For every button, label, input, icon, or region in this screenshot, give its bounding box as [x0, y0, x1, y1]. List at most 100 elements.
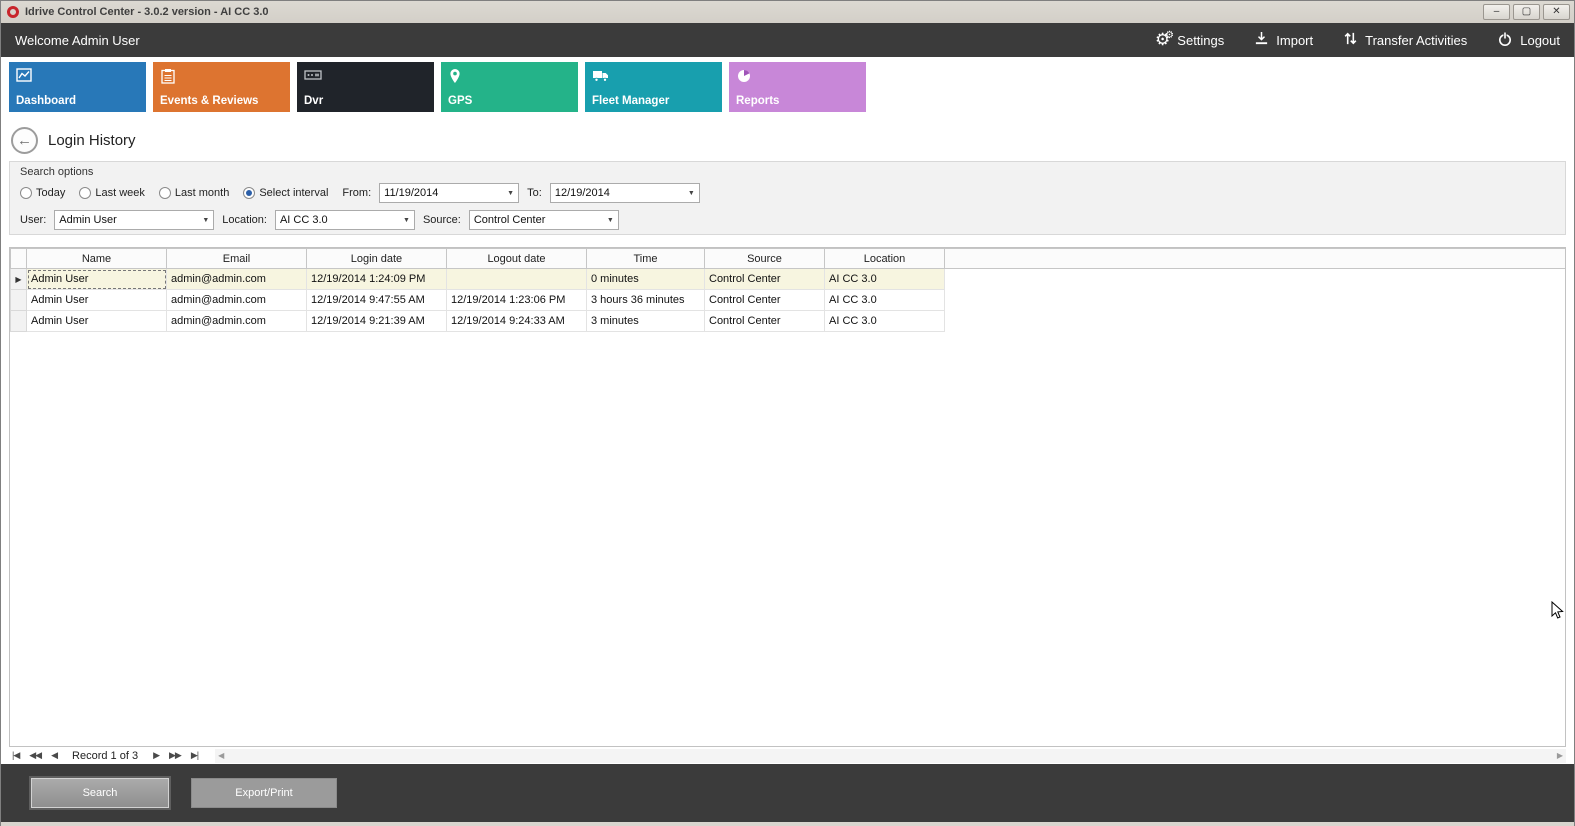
row-indicator [11, 290, 27, 311]
cell-email[interactable]: admin@admin.com [167, 311, 307, 332]
nav-first-button[interactable]: |◀ [9, 750, 22, 761]
radio-last-month[interactable]: Last month [159, 187, 229, 199]
close-button[interactable]: ✕ [1543, 4, 1570, 20]
maximize-button[interactable]: ▢ [1513, 4, 1540, 20]
to-date-value: 12/19/2014 [551, 187, 684, 199]
import-label: Import [1276, 33, 1313, 48]
tile-fleet-manager[interactable]: Fleet Manager [585, 62, 722, 112]
login-history-grid: Name Email Login date Logout date Time S… [9, 247, 1566, 747]
titlebar: Idrive Control Center - 3.0.2 version - … [1, 1, 1574, 23]
welcome-text: Welcome Admin User [15, 33, 1155, 48]
location-combobox[interactable]: AI CC 3.0 ▼ [275, 210, 415, 230]
tile-dashboard[interactable]: Dashboard [9, 62, 146, 112]
cell-source[interactable]: Control Center [705, 290, 825, 311]
export-print-button[interactable]: Export/Print [191, 778, 337, 808]
tile-reports[interactable]: Reports [729, 62, 866, 112]
radio-select-interval-label: Select interval [259, 187, 328, 199]
welcome-bar: Welcome Admin User ⚙⚙ Settings Import Tr… [1, 23, 1574, 57]
cell-location[interactable]: AI CC 3.0 [825, 269, 945, 290]
minimize-icon: – [1494, 6, 1500, 17]
nav-prev-button[interactable]: ◀ [48, 750, 60, 761]
back-arrow-icon: ← [17, 132, 32, 149]
bottom-strip [1, 822, 1574, 826]
radio-last-week[interactable]: Last week [79, 187, 145, 199]
tile-dvr[interactable]: Dvr [297, 62, 434, 112]
cell-login-date[interactable]: 12/19/2014 9:21:39 AM [307, 311, 447, 332]
back-button[interactable]: ← [11, 127, 38, 154]
tile-events-reviews-label: Events & Reviews [160, 95, 258, 107]
scroll-left-icon[interactable]: ◀ [215, 751, 227, 760]
table-row[interactable]: ▶ Admin User admin@admin.com 12/19/2014 … [11, 269, 1566, 290]
tile-events-reviews[interactable]: Events & Reviews [153, 62, 290, 112]
radio-today[interactable]: Today [20, 187, 65, 199]
close-icon: ✕ [1552, 6, 1560, 17]
user-label: User: [20, 214, 46, 226]
transfer-arrows-icon [1343, 31, 1358, 49]
cell-location[interactable]: AI CC 3.0 [825, 311, 945, 332]
cell-time[interactable]: 3 minutes [587, 311, 705, 332]
cell-logout-date[interactable]: 12/19/2014 1:23:06 PM [447, 290, 587, 311]
column-header-logout-date[interactable]: Logout date [447, 249, 587, 269]
nav-last-button[interactable]: ▶| [188, 750, 201, 761]
cell-email[interactable]: admin@admin.com [167, 290, 307, 311]
user-combobox[interactable]: Admin User ▼ [54, 210, 214, 230]
tile-gps[interactable]: GPS [441, 62, 578, 112]
table-row[interactable]: Admin User admin@admin.com 12/19/2014 9:… [11, 311, 1566, 332]
column-header-time[interactable]: Time [587, 249, 705, 269]
window-title: Idrive Control Center - 3.0.2 version - … [25, 6, 1483, 18]
dvr-box-icon [304, 68, 322, 87]
page-header: ← Login History [1, 119, 1574, 161]
cell-time[interactable]: 3 hours 36 minutes [587, 290, 705, 311]
minimize-button[interactable]: – [1483, 4, 1510, 20]
cell-logout-date[interactable]: 12/19/2014 9:24:33 AM [447, 311, 587, 332]
cell-name[interactable]: Admin User [27, 290, 167, 311]
logout-button[interactable]: Logout [1497, 31, 1560, 50]
radio-select-interval[interactable]: Select interval [243, 187, 328, 199]
cell-time[interactable]: 0 minutes [587, 269, 705, 290]
power-icon [1497, 31, 1513, 50]
horizontal-scrollbar[interactable]: ◀ ▶ [215, 749, 1566, 763]
cell-login-date[interactable]: 12/19/2014 9:47:55 AM [307, 290, 447, 311]
row-indicator-header [11, 249, 27, 269]
grid-header-row: Name Email Login date Logout date Time S… [11, 249, 1566, 269]
chevron-down-icon: ▼ [198, 217, 213, 224]
to-date-combobox[interactable]: 12/19/2014 ▼ [550, 183, 700, 203]
row-indicator [11, 311, 27, 332]
column-header-source[interactable]: Source [705, 249, 825, 269]
nav-next-button[interactable]: ▶ [150, 750, 162, 761]
cell-name[interactable]: Admin User [27, 269, 167, 290]
cell-filler [945, 290, 1566, 311]
nav-next-page-button[interactable]: ▶▶ [166, 750, 184, 761]
radio-last-month-label: Last month [175, 187, 229, 199]
cell-source[interactable]: Control Center [705, 269, 825, 290]
settings-button[interactable]: ⚙⚙ Settings [1155, 32, 1224, 49]
app-logo-icon [7, 6, 19, 18]
cell-email[interactable]: admin@admin.com [167, 269, 307, 290]
column-header-email[interactable]: Email [167, 249, 307, 269]
search-button[interactable]: Search [31, 778, 169, 808]
tile-fleet-manager-label: Fleet Manager [592, 95, 669, 107]
radio-last-week-label: Last week [95, 187, 145, 199]
gears-icon: ⚙⚙ [1155, 31, 1170, 48]
import-button[interactable]: Import [1254, 31, 1313, 49]
column-header-login-date[interactable]: Login date [307, 249, 447, 269]
nav-prev-page-button[interactable]: ◀◀ [26, 750, 44, 761]
table-row[interactable]: Admin User admin@admin.com 12/19/2014 9:… [11, 290, 1566, 311]
location-label: Location: [222, 214, 267, 226]
cell-name[interactable]: Admin User [27, 311, 167, 332]
source-combobox[interactable]: Control Center ▼ [469, 210, 619, 230]
cell-login-date[interactable]: 12/19/2014 1:24:09 PM [307, 269, 447, 290]
from-date-combobox[interactable]: 11/19/2014 ▼ [379, 183, 519, 203]
maximize-icon: ▢ [1522, 6, 1531, 17]
record-count-label: Record 1 of 3 [72, 750, 138, 762]
scroll-right-icon[interactable]: ▶ [1554, 751, 1566, 760]
cell-source[interactable]: Control Center [705, 311, 825, 332]
cell-logout-date[interactable] [447, 269, 587, 290]
transfer-activities-button[interactable]: Transfer Activities [1343, 31, 1467, 49]
cell-location[interactable]: AI CC 3.0 [825, 290, 945, 311]
column-header-name[interactable]: Name [27, 249, 167, 269]
chevron-down-icon: ▼ [603, 217, 618, 224]
column-header-location[interactable]: Location [825, 249, 945, 269]
page-title: Login History [48, 132, 136, 149]
pie-chart-icon [736, 68, 752, 89]
